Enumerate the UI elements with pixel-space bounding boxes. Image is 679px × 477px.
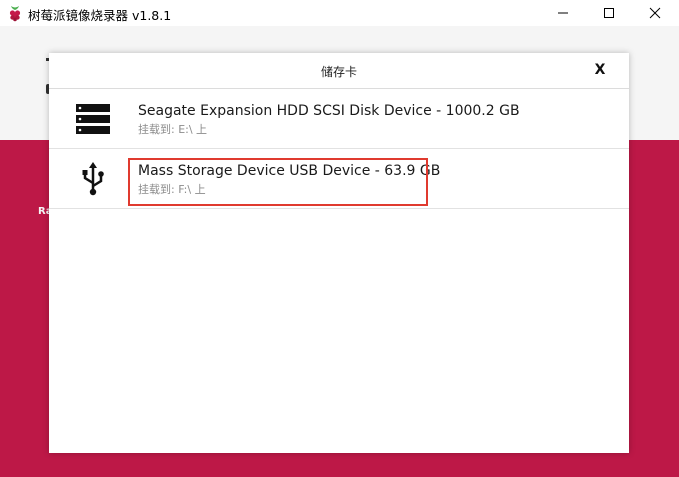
storage-dialog: 储存卡 X Seagate Expansion HDD SCSI Disk De… [49, 53, 629, 453]
maximize-icon [604, 8, 614, 18]
raspberry-icon [9, 6, 21, 22]
maximize-button[interactable] [586, 0, 632, 26]
app-window: 树莓派镜像烧录器 v1.8.1 Ra 储存卡 X Seagate Expansi… [0, 0, 679, 477]
close-icon [649, 7, 661, 19]
selection-highlight [128, 158, 428, 206]
dialog-title: 储存卡 [320, 65, 357, 79]
device-mount-point: 挂载到: E:\ 上 [138, 123, 208, 136]
close-button[interactable] [632, 0, 678, 26]
usb-icon [82, 162, 104, 196]
dialog-close-button[interactable]: X [594, 62, 606, 78]
dialog-header: 储存卡 X [49, 53, 629, 89]
minimize-icon [558, 12, 568, 14]
hard-drive-icon [76, 104, 110, 134]
device-row[interactable]: Seagate Expansion HDD SCSI Disk Device -… [49, 89, 629, 149]
title-bar: 树莓派镜像烧录器 v1.8.1 [0, 0, 679, 26]
minimize-button[interactable] [540, 0, 586, 26]
device-name: Seagate Expansion HDD SCSI Disk Device -… [138, 103, 520, 119]
window-title: 树莓派镜像烧录器 v1.8.1 [28, 8, 172, 23]
